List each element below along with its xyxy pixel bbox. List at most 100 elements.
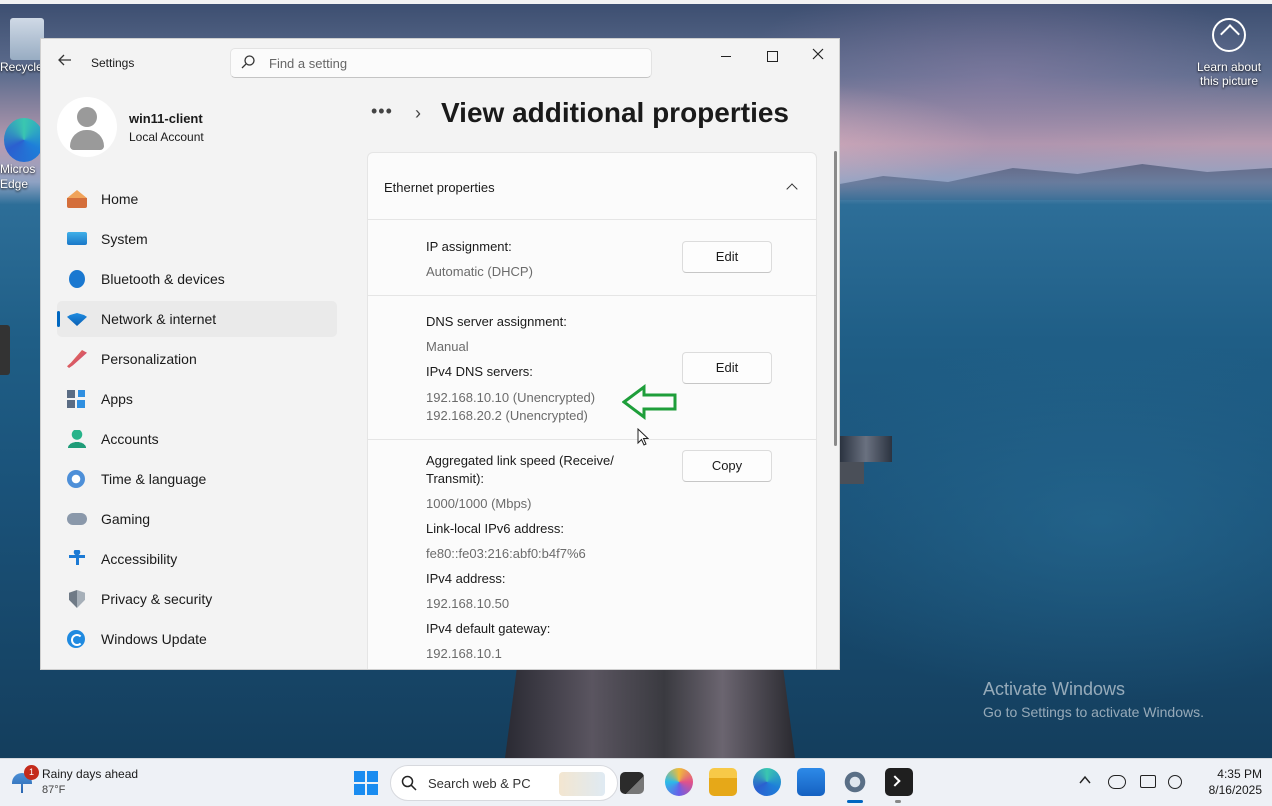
ipv4-dns-server-1: 192.168.10.10 (Unencrypted) (426, 390, 596, 405)
weather-widget[interactable]: 1 Rainy days ahead 87°F (12, 765, 172, 801)
sidebar-item-accounts[interactable]: Accounts (57, 421, 337, 457)
user-profile[interactable]: win11-client Local Account (57, 97, 337, 157)
content-scrollbar[interactable] (834, 151, 837, 446)
side-panel-handle[interactable] (0, 325, 10, 375)
edge-shortcut[interactable]: Micros Edge (0, 118, 44, 192)
notification-badge: 1 (24, 765, 39, 780)
accessibility-icon (67, 550, 87, 568)
sidebar-item-system[interactable]: System (57, 221, 337, 257)
minimize-button[interactable] (703, 43, 749, 67)
recycle-bin-shortcut[interactable]: Recycle (0, 18, 44, 74)
volume-icon[interactable] (1168, 775, 1182, 789)
store-icon[interactable] (797, 768, 825, 796)
onedrive-offline-icon[interactable] (1108, 775, 1126, 789)
sidebar-item-gaming[interactable]: Gaming (57, 501, 337, 537)
breadcrumb-separator: › (415, 103, 421, 123)
network-icon (67, 313, 87, 326)
ipv4-address-value: 192.168.10.50 (426, 596, 510, 611)
wallpaper-ruin (840, 436, 892, 462)
sidebar-item-time-language[interactable]: Time & language (57, 461, 337, 497)
apps-icon (67, 390, 87, 408)
dns-assignment-label: DNS server assignment: (426, 314, 567, 329)
task-view-icon[interactable] (620, 772, 644, 794)
copilot-icon[interactable] (665, 768, 693, 796)
sidebar-nav: Home System Bluetooth & devices Network … (57, 181, 337, 661)
sidebar-item-apps[interactable]: Apps (57, 381, 337, 417)
sidebar-item-label: Bluetooth & devices (101, 271, 225, 287)
close-icon (812, 48, 824, 60)
wallpaper-pier (505, 670, 795, 758)
search-highlight-icon (559, 772, 605, 796)
activate-subtitle: Go to Settings to activate Windows. (983, 704, 1204, 720)
ipv4-gateway-label: IPv4 default gateway: (426, 621, 551, 636)
edge-icon[interactable] (753, 768, 781, 796)
ipv4-address-label: IPv4 address: (426, 571, 506, 586)
edge-label-line1: Micros (0, 162, 36, 176)
settings-gear-icon[interactable] (841, 768, 869, 796)
top-strip (0, 0, 1272, 4)
taskbar: 1 Rainy days ahead 87°F Search web & PC … (0, 758, 1272, 806)
edge-icon (4, 118, 44, 162)
sidebar-item-privacy[interactable]: Privacy & security (57, 581, 337, 617)
shield-icon (69, 590, 85, 608)
clock-date: 8/16/2025 (1208, 783, 1262, 797)
taskbar-search[interactable]: Search web & PC (390, 765, 618, 801)
sidebar-item-accessibility[interactable]: Accessibility (57, 541, 337, 577)
settings-search[interactable] (230, 48, 652, 78)
sidebar-item-bluetooth[interactable]: Bluetooth & devices (57, 261, 337, 297)
ethernet-properties-card: Ethernet properties IP assignment: Autom… (367, 152, 817, 669)
terminal-icon[interactable] (885, 768, 913, 796)
learn-about-picture[interactable]: Learn about this picture (1192, 18, 1266, 88)
system-icon (67, 232, 87, 245)
mouse-cursor-icon (637, 428, 650, 446)
card-header[interactable]: Ethernet properties (368, 153, 816, 220)
ip-edit-button[interactable]: Edit (682, 241, 772, 273)
show-hidden-icons-chevron-up-icon[interactable] (1078, 773, 1092, 790)
start-button[interactable] (354, 771, 378, 795)
sidebar-item-windows-update[interactable]: Windows Update (57, 621, 337, 657)
maximize-button[interactable] (749, 43, 795, 67)
edge-label-line2: Edge (0, 177, 29, 191)
sidebar-item-label: Network & internet (101, 311, 217, 327)
bluetooth-icon (69, 270, 85, 288)
ipv4-dns-server-2: 192.168.20.2 (Unencrypted) (426, 408, 588, 423)
breadcrumb-more-button[interactable]: ••• (371, 101, 393, 122)
link-speed-value: 1000/1000 (Mbps) (426, 496, 532, 511)
sidebar-item-label: Privacy & security (101, 591, 213, 607)
green-arrow-annotation (622, 384, 677, 420)
sidebar-item-label: Time & language (101, 471, 207, 487)
active-app-indicator (847, 800, 863, 803)
sidebar-item-personalization[interactable]: Personalization (57, 341, 337, 377)
wallpaper-ruin-post (840, 462, 864, 484)
ipv4-dns-label: IPv4 DNS servers: (426, 364, 533, 379)
sidebar-item-home[interactable]: Home (57, 181, 337, 217)
dns-section: DNS server assignment: Manual IPv4 DNS s… (368, 296, 816, 440)
clock-icon (67, 470, 85, 488)
search-input[interactable] (269, 53, 639, 73)
back-arrow-icon (58, 54, 71, 66)
camera-icon (1212, 18, 1246, 52)
ip-assignment-value: Automatic (DHCP) (426, 264, 533, 279)
update-icon (67, 630, 85, 648)
sidebar-item-label: Accounts (101, 431, 159, 447)
link-speed-label-line2: Transmit): (426, 471, 485, 486)
sidebar-item-label: Gaming (101, 511, 151, 527)
sidebar-item-network[interactable]: Network & internet (57, 301, 337, 337)
search-icon (241, 55, 255, 69)
copy-button[interactable]: Copy (682, 450, 772, 482)
search-icon (401, 775, 417, 794)
dns-assignment-value: Manual (426, 339, 469, 354)
back-button[interactable] (53, 51, 77, 75)
file-explorer-icon[interactable] (709, 768, 737, 796)
dns-edit-button[interactable]: Edit (682, 352, 772, 384)
chevron-up-icon[interactable] (784, 179, 800, 195)
page-title: View additional properties (441, 97, 790, 128)
close-button[interactable] (795, 43, 839, 67)
network-tray-icon[interactable] (1140, 775, 1156, 788)
clock[interactable]: 4:35 PM 8/16/2025 (1192, 766, 1262, 798)
title-bar: Settings (41, 39, 839, 87)
clock-time: 4:35 PM (1217, 767, 1262, 781)
ipv6-link-local-value: fe80::fe03:216:abf0:b4f7%6 (426, 546, 586, 561)
home-icon (67, 190, 87, 208)
sidebar-item-label: Accessibility (101, 551, 178, 567)
